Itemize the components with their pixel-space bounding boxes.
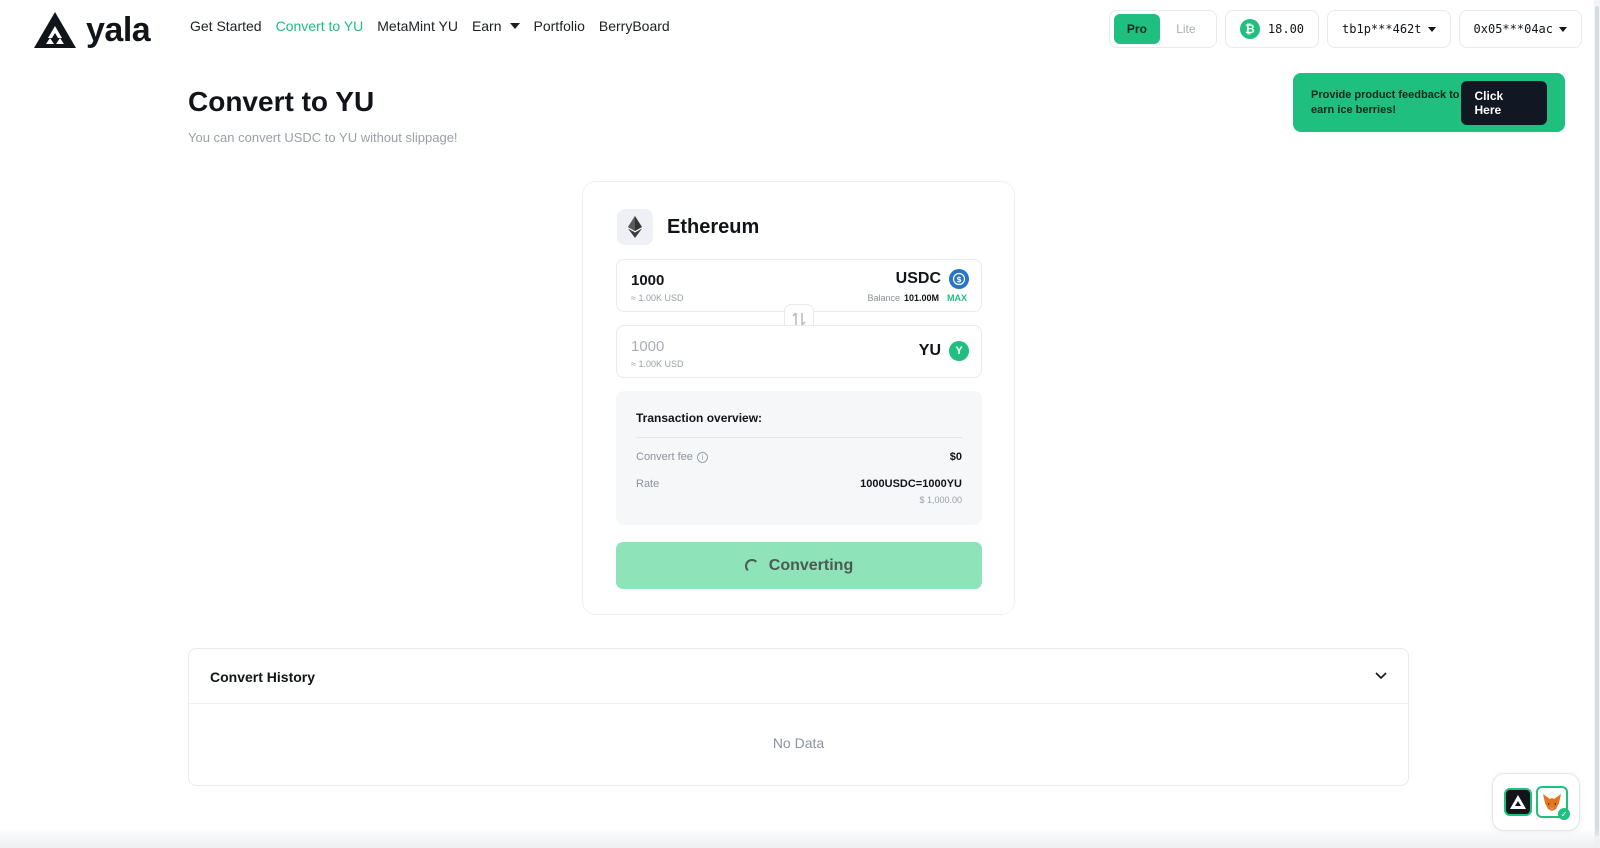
network-selector[interactable]: Ethereum: [617, 209, 759, 245]
top-navigation-bar: yala Get Started Convert to YU MetaMint …: [0, 0, 1600, 58]
btc-balance-chip[interactable]: ₿ 18.00: [1224, 10, 1320, 48]
convert-history-panel: Convert History No Data: [188, 648, 1409, 786]
from-token: USDC $: [896, 269, 969, 289]
mode-toggle: Pro Lite: [1108, 10, 1217, 48]
yala-mountain-icon: [34, 12, 76, 48]
nav-berryboard[interactable]: BerryBoard: [599, 18, 670, 34]
from-balance: Balance 101.00M MAX: [867, 293, 967, 303]
to-amount: 1000: [631, 338, 665, 355]
scrollbar-thumb[interactable]: [1595, 6, 1599, 836]
yu-icon: Y: [949, 341, 969, 361]
to-token: YU Y: [919, 341, 969, 361]
brand-name: yala: [86, 11, 151, 49]
feedback-text: Provide product feedback to earn ice ber…: [1311, 89, 1460, 116]
connected-check-icon: ✓: [1558, 808, 1570, 820]
balance-value: 101.00M: [903, 293, 939, 303]
nav-convert-to-yu[interactable]: Convert to YU: [276, 18, 364, 34]
loading-spinner-icon: [744, 558, 759, 573]
nav-earn-label: Earn: [471, 18, 502, 34]
overview-title: Transaction overview:: [636, 411, 763, 425]
usdc-icon: $: [949, 269, 969, 289]
bottom-fade: [0, 828, 1600, 848]
from-token-name: USDC: [895, 270, 941, 287]
main-nav: Get Started Convert to YU MetaMint YU Ea…: [190, 18, 670, 34]
metamask-fox-icon: ✓: [1536, 786, 1570, 820]
page-subtitle: You can convert USDC to YU without slipp…: [188, 130, 458, 145]
chevron-down-icon: [1375, 672, 1387, 680]
info-icon[interactable]: i: [696, 451, 708, 463]
balance-label: Balance: [867, 293, 900, 303]
feedback-banner: Provide product feedback to earn ice ber…: [1293, 73, 1565, 132]
to-token-output[interactable]: 1000 ≈ 1.00K USD YU Y: [616, 325, 982, 378]
max-button[interactable]: MAX: [947, 293, 967, 303]
transaction-overview: Transaction overview: Convert fee i $0 R…: [616, 391, 982, 525]
eth-wallet-dropdown[interactable]: 0x05***04ac: [1458, 10, 1582, 48]
nav-earn[interactable]: Earn: [472, 18, 520, 34]
caret-down-icon: [509, 23, 520, 29]
yala-logo[interactable]: yala: [32, 10, 151, 50]
history-empty-state: No Data: [772, 735, 825, 751]
converter-card: Ethereum 1000 ≈ 1.00K USD USDC $ Balance…: [582, 181, 1015, 615]
btc-wallet-dropdown[interactable]: tb1p***462t: [1327, 10, 1451, 48]
yala-app-icon: [1504, 788, 1532, 816]
convert-fee-value: $0: [949, 451, 962, 463]
divider: [636, 437, 962, 438]
from-amount[interactable]: 1000: [631, 272, 664, 289]
converting-label: Converting: [768, 556, 854, 574]
page-title: Convert to YU: [188, 86, 375, 117]
header-controls: Pro Lite ₿ 18.00 tb1p***462t 0x05***04ac: [1108, 10, 1582, 48]
to-token-name: YU: [918, 342, 941, 359]
rate-usd-value: $ 1,000.00: [919, 495, 962, 505]
convert-history-header[interactable]: Convert History: [189, 649, 1408, 704]
bitcoin-icon: ₿: [1239, 19, 1260, 39]
network-name: Ethereum: [667, 215, 760, 238]
wallet-widget[interactable]: ✓: [1492, 773, 1580, 831]
svg-text:$: $: [956, 275, 962, 284]
mode-pro-button[interactable]: Pro: [1113, 14, 1160, 44]
scrollbar[interactable]: [1594, 0, 1600, 848]
convert-history-title: Convert History: [210, 669, 316, 685]
rate-value: 1000USDC=1000YU: [860, 478, 962, 490]
caret-down-icon: [1427, 26, 1436, 32]
rate-label: Rate: [636, 478, 660, 490]
caret-down-icon: [1559, 26, 1567, 32]
converting-button[interactable]: Converting: [616, 542, 982, 589]
from-amount-usd: ≈ 1.00K USD: [631, 293, 684, 303]
btc-address: tb1p***462t: [1342, 22, 1422, 36]
feedback-click-here-button[interactable]: Click Here: [1460, 80, 1547, 125]
to-amount-usd: ≈ 1.00K USD: [631, 359, 684, 369]
ethereum-icon: [617, 209, 653, 245]
nav-metamint-yu[interactable]: MetaMint YU: [377, 18, 458, 34]
convert-fee-text: Convert fee: [636, 451, 693, 463]
convert-fee-label: Convert fee i: [636, 451, 708, 463]
eth-address: 0x05***04ac: [1473, 22, 1553, 36]
btc-balance: 18.00: [1267, 22, 1305, 36]
mode-lite-button[interactable]: Lite: [1160, 14, 1212, 44]
nav-get-started[interactable]: Get Started: [190, 18, 262, 34]
nav-portfolio[interactable]: Portfolio: [534, 18, 585, 34]
